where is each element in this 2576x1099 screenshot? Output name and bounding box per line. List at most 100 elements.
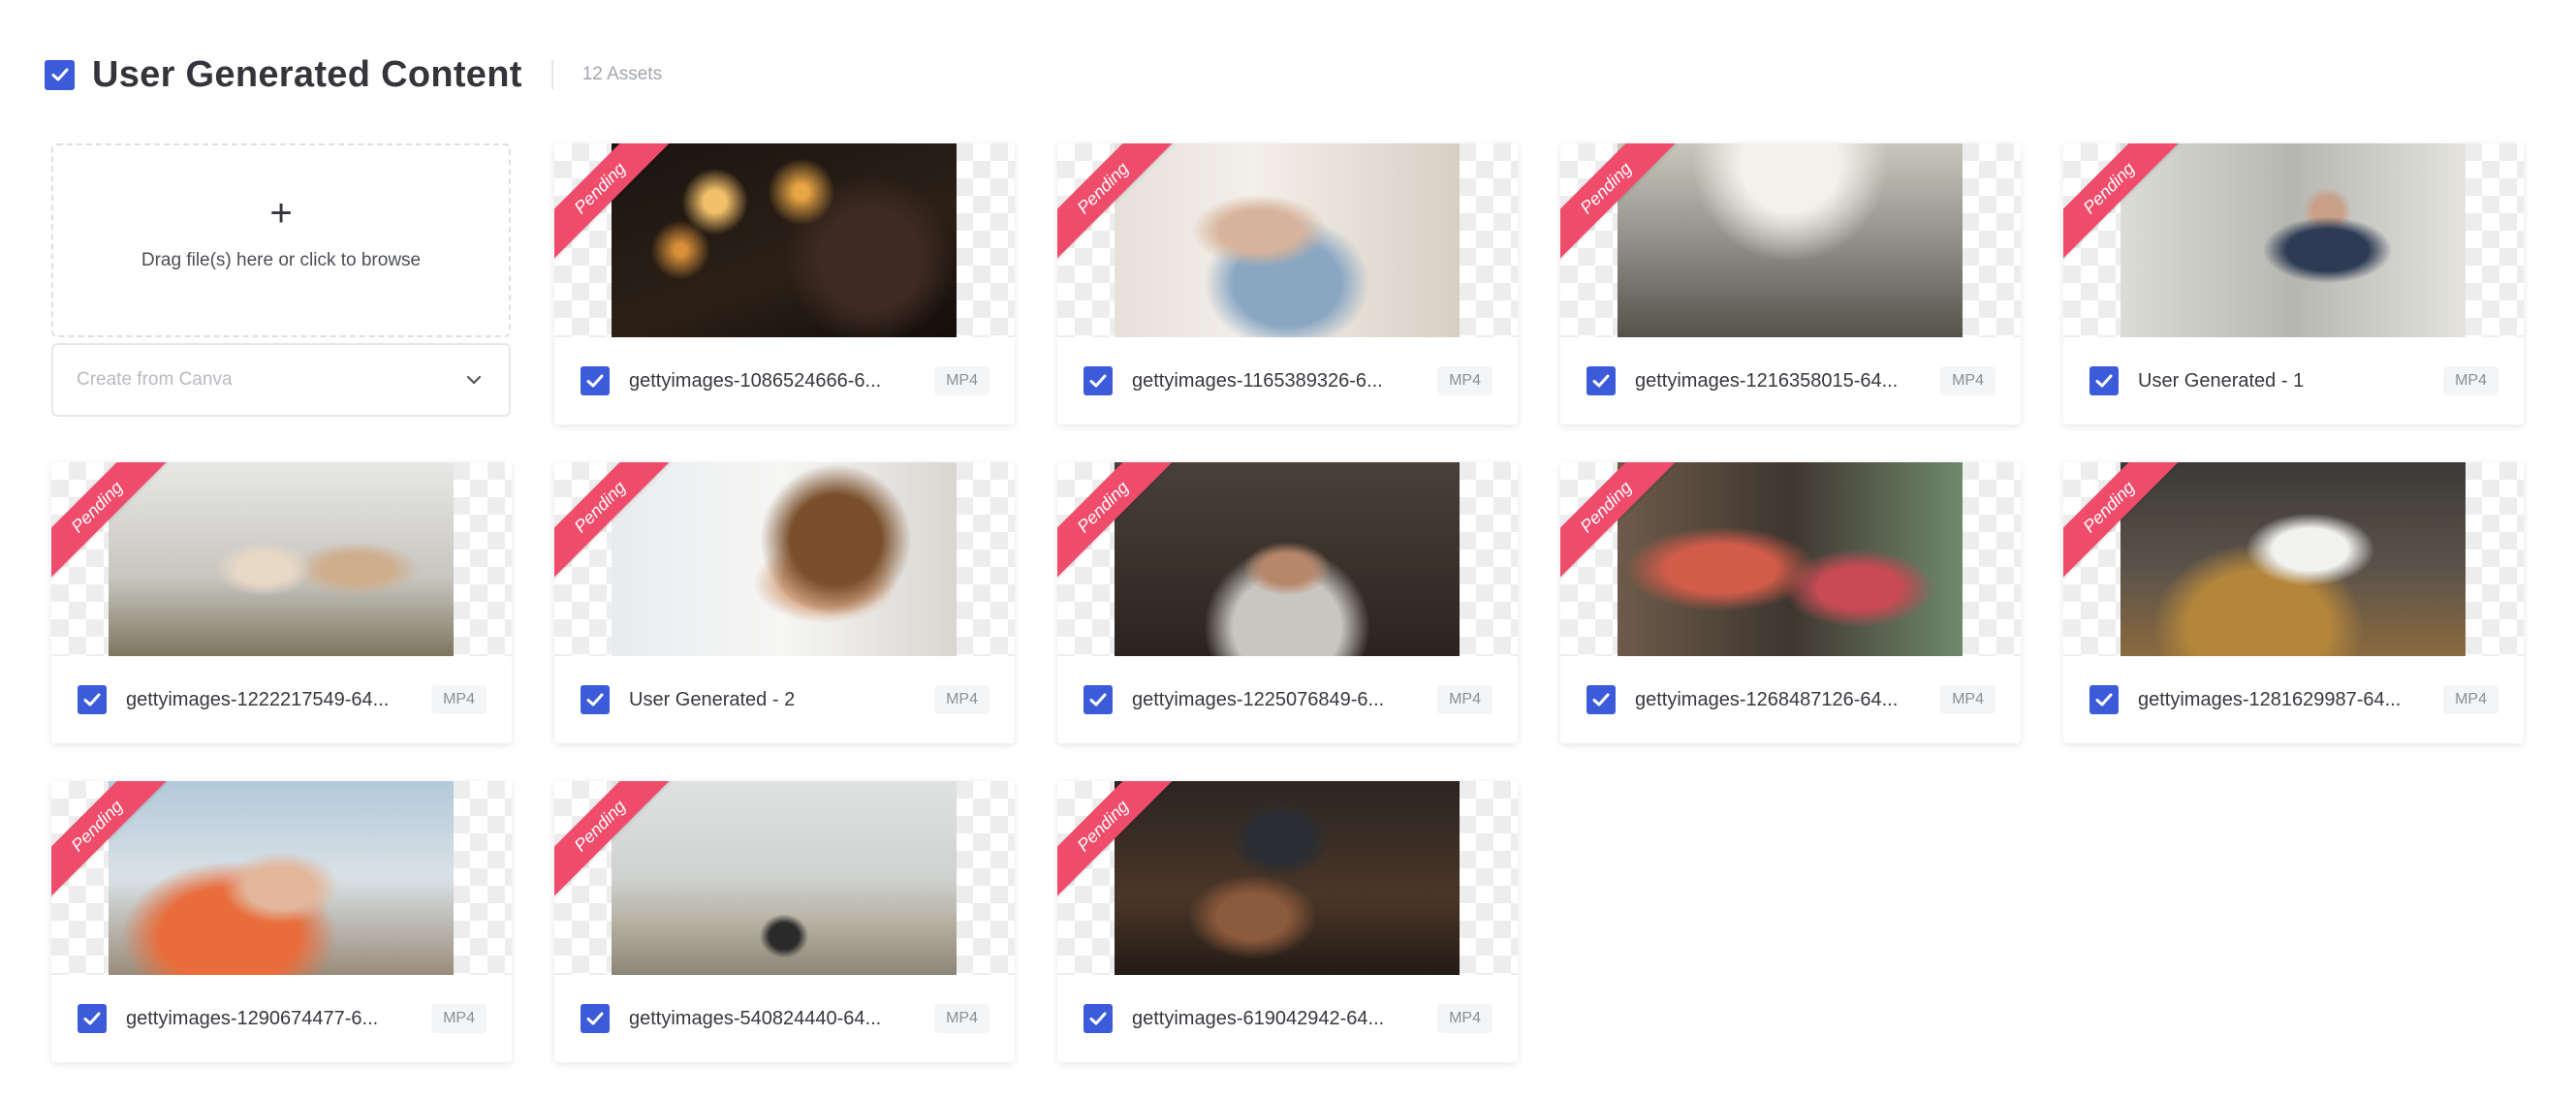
checkmark-icon xyxy=(586,1012,604,1025)
asset-select-checkbox[interactable] xyxy=(581,1004,610,1033)
checkmark-icon xyxy=(1089,374,1107,388)
file-format-badge: MP4 xyxy=(934,1004,990,1033)
file-format-badge: MP4 xyxy=(1940,685,1995,714)
asset-thumbnail[interactable]: Pending xyxy=(2063,143,2524,337)
section-title: User Generated Content xyxy=(92,53,522,95)
asset-select-checkbox[interactable] xyxy=(1084,366,1113,395)
file-format-badge: MP4 xyxy=(431,685,487,714)
create-from-canva-select[interactable]: Create from Canva xyxy=(51,343,511,417)
checkmark-icon xyxy=(1592,693,1610,706)
video-thumbnail-image xyxy=(2120,462,2466,656)
asset-filename: gettyimages-619042942-64... xyxy=(1132,1007,1385,1029)
checkmark-icon xyxy=(586,693,604,706)
asset-select-checkbox[interactable] xyxy=(1084,685,1113,714)
header-divider xyxy=(550,60,553,89)
asset-thumbnail[interactable]: Pending xyxy=(554,462,1015,656)
asset-filename: User Generated - 2 xyxy=(629,688,796,710)
asset-thumbnail[interactable]: Pending xyxy=(51,462,512,656)
video-thumbnail-image xyxy=(612,781,957,975)
asset-thumbnail[interactable]: Pending xyxy=(1057,462,1518,656)
asset-thumbnail[interactable]: Pending xyxy=(554,143,1015,337)
canva-placeholder: Create from Canva xyxy=(77,369,233,390)
asset-select-checkbox[interactable] xyxy=(78,1004,107,1033)
video-thumbnail-image xyxy=(612,462,957,656)
asset-info-row: gettyimages-1086524666-6... MP4 xyxy=(554,337,1015,424)
asset-filename: gettyimages-1222217549-64... xyxy=(126,688,390,710)
asset-filename: gettyimages-1281629987-64... xyxy=(2138,688,2402,710)
checkmark-icon xyxy=(1592,374,1610,388)
file-format-badge: MP4 xyxy=(2443,685,2498,714)
asset-thumbnail[interactable]: Pending xyxy=(1560,462,2021,656)
file-format-badge: MP4 xyxy=(1437,1004,1492,1033)
file-format-badge: MP4 xyxy=(934,685,990,714)
asset-thumbnail[interactable]: Pending xyxy=(2063,462,2524,656)
asset-count: 12 Assets xyxy=(581,64,663,84)
file-format-badge: MP4 xyxy=(1437,685,1492,714)
asset-select-checkbox[interactable] xyxy=(78,685,107,714)
asset-card-7[interactable]: Pending gettyimages-1225076849-6... MP4 xyxy=(1057,462,1518,743)
video-thumbnail-image xyxy=(109,462,454,656)
asset-select-checkbox[interactable] xyxy=(1084,1004,1113,1033)
asset-thumbnail[interactable]: Pending xyxy=(1057,781,1518,975)
asset-card-1[interactable]: Pending gettyimages-1086524666-6... MP4 xyxy=(554,143,1015,424)
asset-card-9[interactable]: Pending gettyimages-1281629987-64... MP4 xyxy=(2063,462,2524,743)
video-thumbnail-image xyxy=(1115,143,1460,337)
asset-select-checkbox[interactable] xyxy=(2089,366,2119,395)
video-thumbnail-image xyxy=(1115,781,1460,975)
file-format-badge: MP4 xyxy=(934,366,990,395)
video-thumbnail-image xyxy=(109,781,454,975)
asset-thumbnail[interactable]: Pending xyxy=(51,781,512,975)
asset-card-2[interactable]: Pending gettyimages-1165389326-6... MP4 xyxy=(1057,143,1518,424)
section-header: User Generated Content 12 Assets xyxy=(45,52,662,97)
file-format-badge: MP4 xyxy=(2443,366,2498,395)
checkmark-icon xyxy=(1089,693,1107,706)
asset-card-5[interactable]: Pending gettyimages-1222217549-64... MP4 xyxy=(51,462,512,743)
video-thumbnail-image xyxy=(2120,143,2466,337)
asset-card-11[interactable]: Pending gettyimages-540824440-64... MP4 xyxy=(554,781,1015,1062)
asset-thumbnail[interactable]: Pending xyxy=(1560,143,2021,337)
file-format-badge: MP4 xyxy=(431,1004,487,1033)
asset-info-row: gettyimages-1225076849-6... MP4 xyxy=(1057,656,1518,743)
asset-info-row: gettyimages-1165389326-6... MP4 xyxy=(1057,337,1518,424)
asset-select-checkbox[interactable] xyxy=(1586,366,1616,395)
file-format-badge: MP4 xyxy=(1437,366,1492,395)
asset-card-4[interactable]: Pending User Generated - 1 MP4 xyxy=(2063,143,2524,424)
asset-select-checkbox[interactable] xyxy=(581,366,610,395)
asset-card-10[interactable]: Pending gettyimages-1290674477-6... MP4 xyxy=(51,781,512,1062)
asset-info-row: gettyimages-1281629987-64... MP4 xyxy=(2063,656,2524,743)
checkmark-icon xyxy=(2095,693,2113,706)
checkmark-icon xyxy=(1089,1012,1107,1025)
asset-select-checkbox[interactable] xyxy=(2089,685,2119,714)
asset-filename: gettyimages-1086524666-6... xyxy=(629,369,882,392)
asset-filename: User Generated - 1 xyxy=(2138,369,2305,392)
video-thumbnail-image xyxy=(1618,143,1963,337)
asset-info-row: gettyimages-1216358015-64... MP4 xyxy=(1560,337,2021,424)
asset-info-row: gettyimages-1268487126-64... MP4 xyxy=(1560,656,2021,743)
asset-info-row: User Generated - 2 MP4 xyxy=(554,656,1015,743)
video-thumbnail-image xyxy=(1115,462,1460,656)
video-thumbnail-image xyxy=(1618,462,1963,656)
checkmark-icon xyxy=(83,1012,101,1025)
upload-dropzone[interactable]: + Drag file(s) here or click to browse xyxy=(51,143,511,337)
asset-select-checkbox[interactable] xyxy=(1586,685,1616,714)
asset-card-12[interactable]: Pending gettyimages-619042942-64... MP4 xyxy=(1057,781,1518,1062)
asset-thumbnail[interactable]: Pending xyxy=(554,781,1015,975)
asset-info-row: User Generated - 1 MP4 xyxy=(2063,337,2524,424)
asset-card-8[interactable]: Pending gettyimages-1268487126-64... MP4 xyxy=(1560,462,2021,743)
plus-icon: + xyxy=(269,192,293,235)
asset-card-3[interactable]: Pending gettyimages-1216358015-64... MP4 xyxy=(1560,143,2021,424)
asset-thumbnail[interactable]: Pending xyxy=(1057,143,1518,337)
asset-card-6[interactable]: Pending User Generated - 2 MP4 xyxy=(554,462,1015,743)
asset-select-checkbox[interactable] xyxy=(581,685,610,714)
asset-info-row: gettyimages-1222217549-64... MP4 xyxy=(51,656,512,743)
asset-info-row: gettyimages-619042942-64... MP4 xyxy=(1057,975,1518,1062)
asset-filename: gettyimages-1216358015-64... xyxy=(1635,369,1899,392)
upload-hint: Drag file(s) here or click to browse xyxy=(141,250,422,270)
asset-info-row: gettyimages-1290674477-6... MP4 xyxy=(51,975,512,1062)
checkmark-icon xyxy=(2095,374,2113,388)
checkmark-icon xyxy=(586,374,604,388)
asset-info-row: gettyimages-540824440-64... MP4 xyxy=(554,975,1015,1062)
asset-filename: gettyimages-1165389326-6... xyxy=(1132,369,1383,392)
asset-filename: gettyimages-540824440-64... xyxy=(629,1007,882,1029)
section-select-checkbox[interactable] xyxy=(45,59,75,90)
